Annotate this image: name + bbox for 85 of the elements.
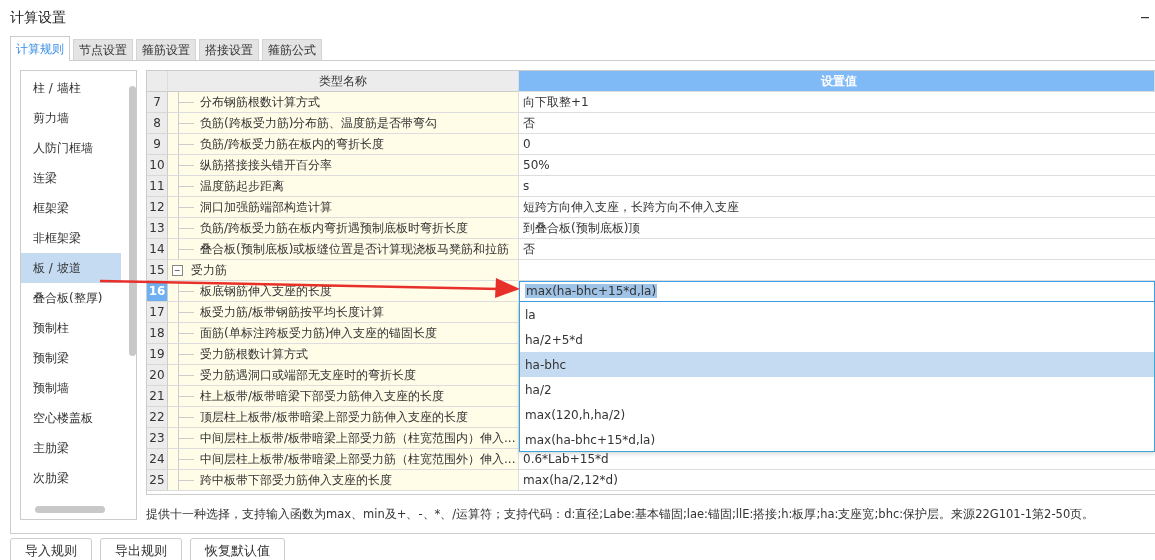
row-number: 21 (147, 386, 168, 407)
setting-value: 50% (523, 158, 550, 172)
row-number: 13 (147, 218, 168, 239)
category-item[interactable]: 主肋梁 (21, 433, 121, 463)
setting-name: 温度筋起步距离 (200, 177, 284, 195)
group-name: 受力筋 (191, 261, 227, 279)
row-number: 12 (147, 197, 168, 218)
setting-value: 向下取整+1 (523, 93, 589, 111)
dropdown-option[interactable]: ha-bhc (520, 352, 1154, 377)
column-header: 设置值 (519, 71, 1155, 92)
category-item[interactable]: 非框架梁 (21, 223, 121, 253)
setting-name: 叠合板(预制底板)或板缝位置是否计算现浇板马凳筋和拉筋 (200, 240, 510, 258)
action-button[interactable]: 导出规则 (100, 538, 182, 560)
row-number: 18 (147, 323, 168, 344)
value-input-field[interactable]: max(ha-bhc+15*d,la) (519, 280, 1155, 302)
setting-name: 柱上板带/板带暗梁下部受力筋伸入支座的长度 (200, 387, 445, 405)
setting-name: 板受力筋/板带钢筋按平均长度计算 (200, 303, 385, 321)
horizontal-scrollbar[interactable] (35, 506, 105, 513)
setting-name: 负筋(跨板受力筋)分布筋、温度筋是否带弯勾 (200, 114, 438, 132)
tab[interactable]: 搭接设置 (199, 39, 259, 60)
setting-value: 否 (523, 114, 535, 132)
setting-name: 中间层柱上板带/板带暗梁上部受力筋（柱宽范围内）伸入... (200, 429, 516, 447)
category-item[interactable]: 空心楼盖板 (21, 403, 121, 433)
window-title: 计算设置 (10, 9, 66, 27)
row-number: 24 (147, 449, 168, 470)
setting-name: 面筋(单标注跨板受力筋)伸入支座的锚固长度 (200, 324, 438, 342)
row-number: 17 (147, 302, 168, 323)
setting-name: 纵筋搭接接头错开百分率 (200, 156, 332, 174)
row-number: 20 (147, 365, 168, 386)
category-item[interactable]: 预制梁 (21, 343, 121, 373)
tab[interactable]: 计算规则 (10, 36, 70, 61)
row-number: 15 (147, 260, 168, 281)
category-item[interactable]: 柱 / 墙柱 (21, 73, 121, 103)
action-button[interactable]: 导入规则 (10, 538, 92, 560)
row-number: 14 (147, 239, 168, 260)
category-item[interactable]: 剪力墙 (21, 103, 121, 133)
category-item[interactable]: 预制柱 (21, 313, 121, 343)
category-item[interactable]: 叠合板(整厚) (21, 283, 121, 313)
vertical-scrollbar[interactable] (129, 86, 136, 356)
setting-name: 负筋/跨板受力筋在板内的弯折长度 (200, 135, 385, 153)
collapse-toggle[interactable]: − (172, 264, 183, 276)
setting-name: 顶层柱上板带/板带暗梁上部受力筋伸入支座的长度 (200, 408, 469, 426)
setting-name: 板底钢筋伸入支座的长度 (200, 282, 332, 300)
tab[interactable]: 箍筋设置 (136, 39, 196, 60)
row-number: 10 (147, 155, 168, 176)
category-item[interactable]: 框架梁 (21, 193, 121, 223)
category-item[interactable]: 板 / 坡道 (21, 253, 121, 283)
setting-value: 0 (523, 137, 531, 151)
category-item[interactable]: 人防门框墙 (21, 133, 121, 163)
row-number: 19 (147, 344, 168, 365)
category-item[interactable]: 连梁 (21, 163, 121, 193)
setting-name: 分布钢筋根数计算方式 (200, 93, 320, 111)
tab[interactable]: 节点设置 (73, 39, 133, 60)
setting-value: 否 (523, 240, 535, 258)
setting-name: 受力筋遇洞口或端部无支座时的弯折长度 (200, 366, 416, 384)
setting-name: 负筋/跨板受力筋在板内弯折遇预制底板时弯折长度 (200, 219, 469, 237)
setting-name: 中间层柱上板带/板带暗梁上部受力筋（柱宽范围外）伸入... (200, 450, 516, 468)
action-button[interactable]: 恢复默认值 (190, 538, 285, 560)
row-number: 8 (147, 113, 168, 134)
row-number: 22 (147, 407, 168, 428)
row-number: 23 (147, 428, 168, 449)
setting-value: 到叠合板(预制底板)顶 (523, 219, 641, 237)
tab[interactable]: 箍筋公式 (262, 39, 322, 60)
help-text: 提供十一种选择，支持输入函数为max、min及+、-、*、/运算符；支持代码：d:直径;Labe:基本锚固;lae:锚固;llE:搭接;h:板厚;ha:支座宽;bhc:保护层。来源22G101-1第2-50页。 (146, 506, 1095, 522)
dropdown-option[interactable]: la (520, 302, 1154, 327)
setting-name: 跨中板带下部受力筋伸入支座的长度 (200, 471, 392, 489)
category-item[interactable]: 预制墙 (21, 373, 121, 403)
row-number: 7 (147, 92, 168, 113)
setting-value: max(ha/2,12*d) (523, 473, 618, 487)
corner-header (147, 71, 168, 92)
row-number: 25 (147, 470, 168, 491)
row-number: 11 (147, 176, 168, 197)
setting-value: s (523, 179, 530, 193)
setting-value: 0.6*Lab+15*d (523, 452, 609, 466)
row-number: 9 (147, 134, 168, 155)
dropdown-option[interactable]: max(120,h,ha/2) (520, 402, 1154, 427)
dropdown-option[interactable]: ha/2 (520, 377, 1154, 402)
dropdown-option[interactable]: ha/2+5*d (520, 327, 1154, 352)
setting-name: 受力筋根数计算方式 (200, 345, 308, 363)
dropdown-option[interactable]: max(ha-bhc+15*d,la) (520, 427, 1154, 452)
setting-value: 短跨方向伸入支座，长跨方向不伸入支座 (523, 198, 739, 216)
category-item[interactable]: 次肋梁 (21, 463, 121, 493)
minimize-icon[interactable] (1141, 17, 1149, 19)
setting-name: 洞口加强筋端部构造计算 (200, 198, 332, 216)
column-header: 类型名称 (168, 71, 519, 92)
